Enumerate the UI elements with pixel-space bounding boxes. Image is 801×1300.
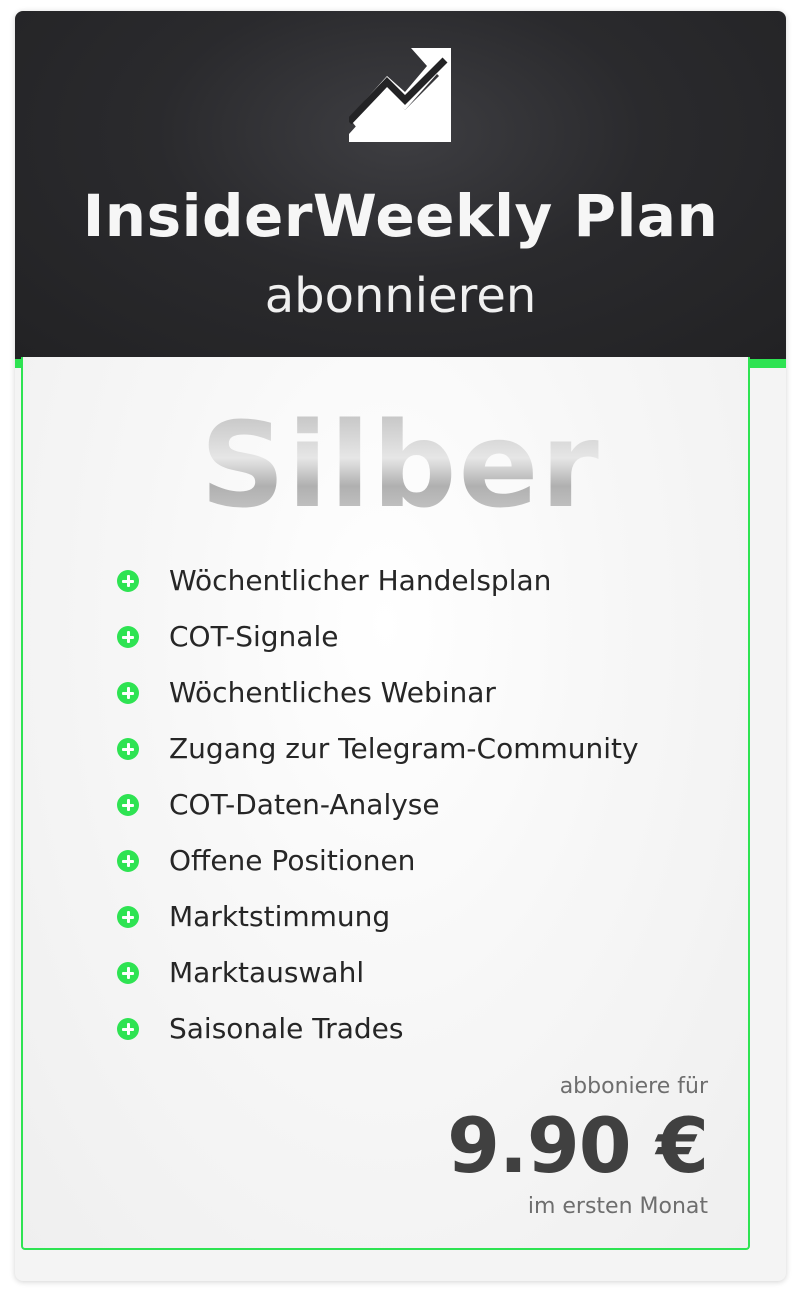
feature-label: Saisonale Trades (169, 1012, 404, 1045)
feature-label: Wöchentlicher Handelsplan (169, 564, 552, 597)
feature-item: Offene Positionen (117, 841, 737, 881)
feature-item: Saisonale Trades (117, 1009, 737, 1049)
feature-label: COT-Daten-Analyse (169, 788, 440, 821)
feature-label: Offene Positionen (169, 844, 416, 877)
feature-item: COT-Daten-Analyse (117, 785, 737, 825)
feature-label: Zugang zur Telegram-Community (169, 732, 639, 765)
plus-circle-icon (117, 794, 139, 816)
feature-item: Wöchentliches Webinar (117, 673, 737, 713)
price-amount: 9.90 € (447, 1101, 709, 1190)
feature-label: Marktstimmung (169, 900, 391, 933)
feature-label: Marktauswahl (169, 956, 365, 989)
price-note: im ersten Monat (527, 1194, 708, 1219)
feature-label: COT-Signale (169, 620, 339, 653)
feature-item: Marktstimmung (117, 897, 737, 937)
plus-circle-icon (117, 626, 139, 648)
plus-circle-icon (117, 1018, 139, 1040)
plus-circle-icon (117, 906, 139, 928)
plus-circle-icon (117, 570, 139, 592)
plus-circle-icon (117, 962, 139, 984)
feature-item: Zugang zur Telegram-Community (117, 729, 737, 769)
price-intro: abboniere für (559, 1074, 708, 1099)
plus-circle-icon (117, 850, 139, 872)
plus-circle-icon (117, 738, 139, 760)
plus-circle-icon (117, 682, 139, 704)
feature-item: Marktauswahl (117, 953, 737, 993)
feature-item: COT-Signale (117, 617, 737, 657)
feature-label: Wöchentliches Webinar (169, 676, 496, 709)
feature-item: Wöchentlicher Handelsplan (117, 561, 737, 601)
